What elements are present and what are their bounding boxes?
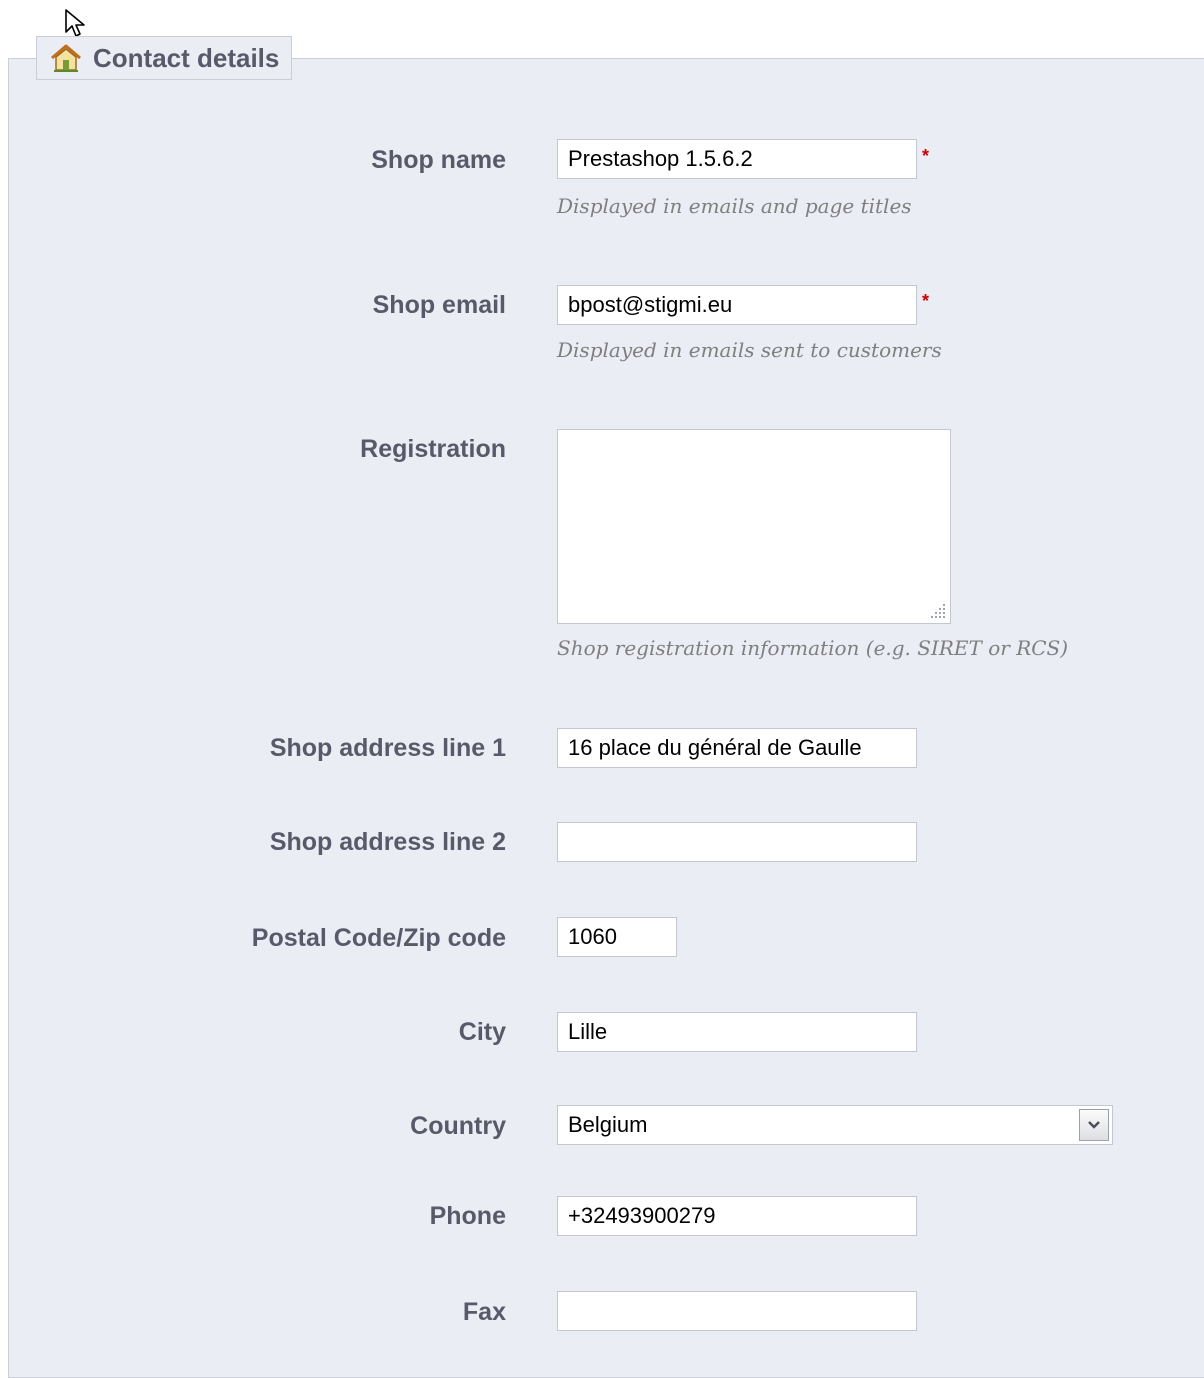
shop-email-hint: Displayed in emails sent to customers xyxy=(557,338,942,362)
country-selected-value: Belgium xyxy=(568,1112,648,1137)
registration-hint: Shop registration information (e.g. SIRE… xyxy=(557,636,1069,660)
address-line-2-label: Shop address line 2 xyxy=(269,828,506,856)
country-label: Country xyxy=(410,1112,506,1140)
address-line-1-label: Shop address line 1 xyxy=(269,734,506,762)
contact-details-fieldset xyxy=(8,58,1204,1378)
country-select[interactable]: Belgium xyxy=(557,1105,1113,1145)
country-dropdown-button[interactable] xyxy=(1079,1109,1109,1141)
section-legend: Contact details xyxy=(36,36,293,80)
registration-label: Registration xyxy=(360,435,506,463)
shop-email-input[interactable]: bpost@stigmi.eu xyxy=(557,285,917,325)
resize-grip-icon[interactable] xyxy=(929,602,947,620)
chevron-down-icon xyxy=(1088,1121,1100,1129)
section-title: Contact details xyxy=(93,42,280,73)
shop-name-input[interactable]: Prestashop 1.5.6.2 xyxy=(557,139,917,179)
city-label: City xyxy=(458,1018,506,1046)
address-line-2-input[interactable] xyxy=(557,822,917,862)
phone-input[interactable]: +32493900279 xyxy=(557,1196,917,1236)
postal-code-label: Postal Code/Zip code xyxy=(251,924,506,952)
address-line-1-input[interactable]: 16 place du général de Gaulle xyxy=(557,728,917,768)
city-input[interactable]: Lille xyxy=(557,1012,917,1052)
phone-label: Phone xyxy=(429,1202,506,1230)
shop-name-required-mark: * xyxy=(922,146,930,166)
shop-name-label: Shop name xyxy=(371,146,506,174)
house-icon xyxy=(51,44,81,72)
registration-textarea[interactable] xyxy=(557,429,951,624)
shop-name-hint: Displayed in emails and page titles xyxy=(557,194,912,218)
fax-input[interactable] xyxy=(557,1291,917,1331)
shop-email-label: Shop email xyxy=(372,291,506,319)
postal-code-input[interactable]: 1060 xyxy=(557,917,677,957)
shop-email-required-mark: * xyxy=(922,291,930,311)
fax-label: Fax xyxy=(462,1298,506,1326)
